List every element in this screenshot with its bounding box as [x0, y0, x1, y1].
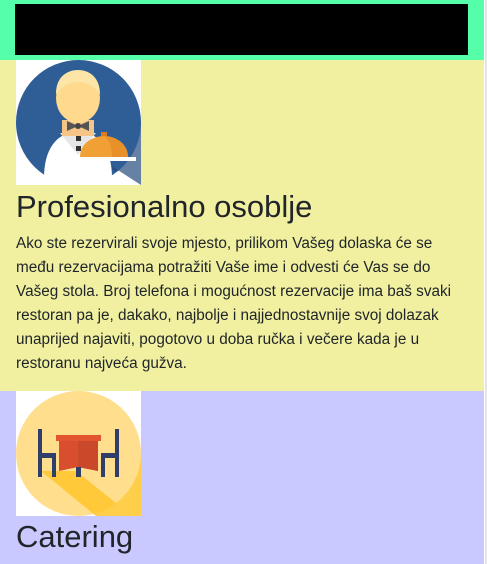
- section-title: Profesionalno osoblje: [16, 189, 313, 224]
- dining-table-icon: [16, 391, 141, 516]
- section-title: Catering: [16, 519, 134, 554]
- catering-section: Catering: [0, 391, 484, 564]
- staff-section: Profesionalno osoblje Ako ste rezerviral…: [0, 60, 484, 391]
- section-text: Ako ste rezervirali svoje mjesto, prilik…: [16, 235, 452, 373]
- header-band: [0, 0, 484, 60]
- waiter-icon: [16, 60, 141, 185]
- header-navbar: [15, 4, 468, 55]
